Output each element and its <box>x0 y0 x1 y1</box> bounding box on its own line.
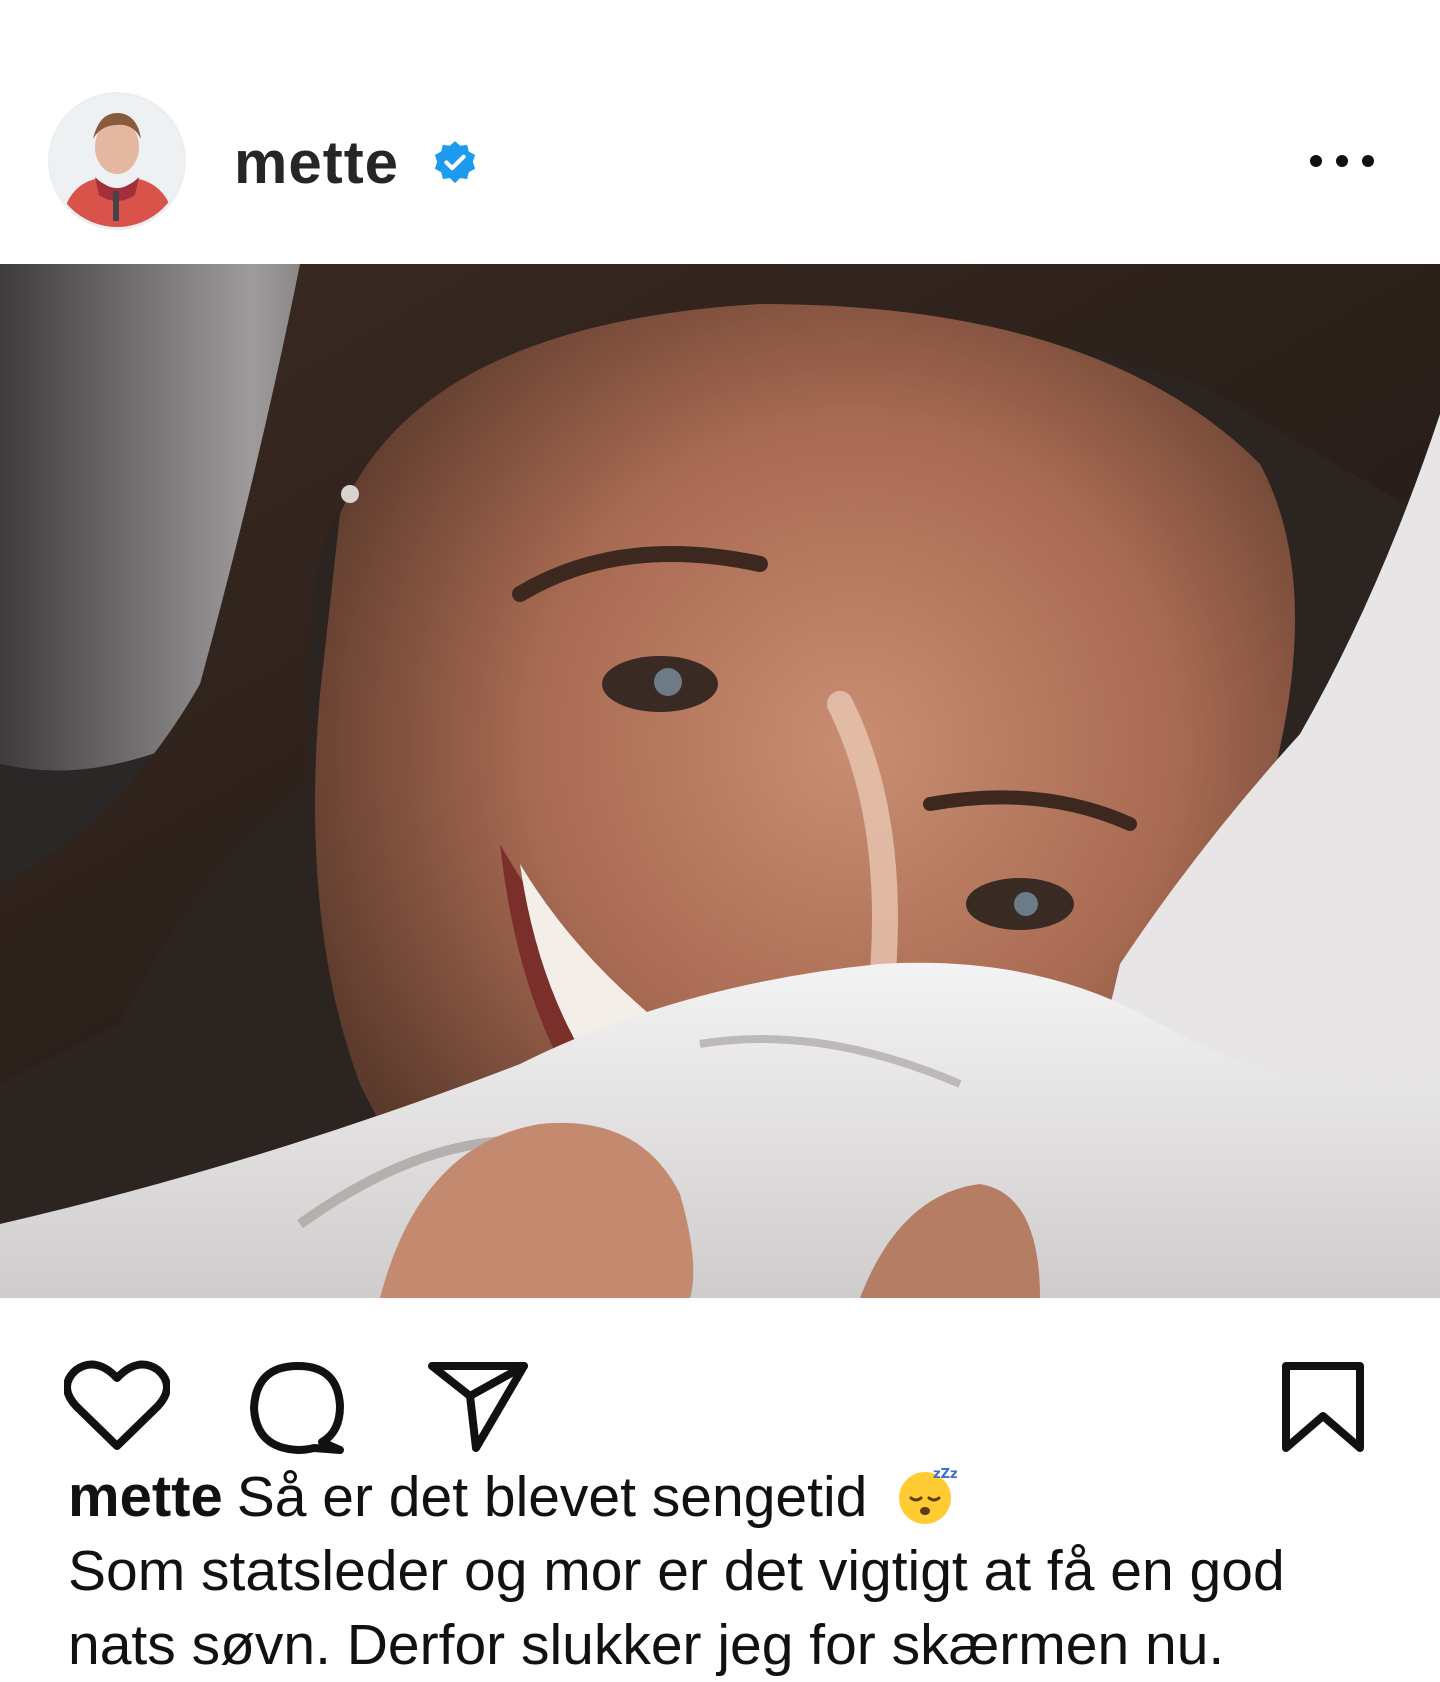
caption-line-3: nats søvn. Derfor slukker jeg for skærme… <box>68 1613 1225 1677</box>
verified-badge-icon <box>434 141 476 184</box>
caption-author[interactable]: mette <box>68 1464 223 1529</box>
post-photo[interactable] <box>0 264 1440 1298</box>
svg-text:zZz: zZz <box>933 1467 957 1482</box>
more-options-button[interactable] <box>1302 138 1382 184</box>
username[interactable]: mette <box>234 128 399 198</box>
caption-line-2: Som statsleder og mor er det vigtigt at … <box>68 1539 1285 1603</box>
comment-bubble-icon <box>250 1362 344 1454</box>
sleeping-face-emoji: zZz <box>899 1467 957 1524</box>
more-options-icon <box>1310 155 1374 167</box>
save-button[interactable] <box>1280 1360 1366 1459</box>
post-actions-bar <box>0 1340 1440 1460</box>
post-header: mette <box>0 0 1440 264</box>
share-button[interactable] <box>426 1360 530 1459</box>
profile-photo-icon <box>51 95 183 227</box>
post-photo-illustration <box>0 264 1440 1298</box>
like-button[interactable] <box>63 1360 171 1457</box>
comment-button[interactable] <box>248 1360 348 1461</box>
post-caption: mette Så er det blevet sengetid zZz Som s… <box>68 1460 1408 1682</box>
caption-text-1: Så er det blevet sengetid <box>236 1465 868 1529</box>
avatar[interactable] <box>48 92 186 230</box>
send-icon <box>428 1362 528 1452</box>
bookmark-icon <box>1282 1362 1364 1452</box>
caption-line-1: mette Så er det blevet sengetid zZz <box>68 1460 1408 1534</box>
heart-icon <box>63 1360 171 1450</box>
